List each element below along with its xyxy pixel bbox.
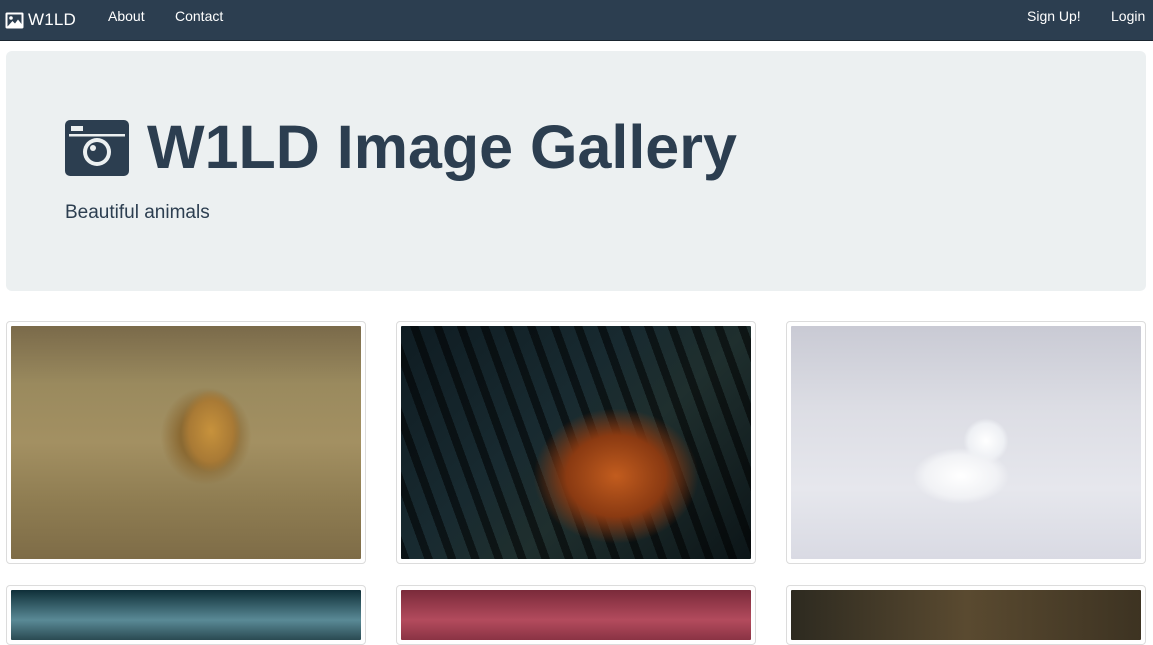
- lion-image: [11, 326, 361, 559]
- arctic-fox-image: [791, 326, 1141, 559]
- gallery-thumbnail[interactable]: [6, 321, 366, 564]
- nav-contact-link[interactable]: Contact: [175, 8, 223, 24]
- brand-text: W1LD: [28, 10, 77, 29]
- tiger-image: [401, 326, 751, 559]
- gallery-image: [11, 590, 361, 640]
- gallery-image: [791, 590, 1141, 640]
- gallery-thumbnail[interactable]: [396, 585, 756, 645]
- brand-link[interactable]: W1LD: [5, 10, 76, 30]
- gallery-thumbnail[interactable]: [6, 585, 366, 645]
- camera-icon: [65, 119, 129, 176]
- hero-title: W1LD Image Gallery: [65, 117, 737, 178]
- hero-title-text: W1LD Image Gallery: [147, 113, 737, 181]
- nav-login-link[interactable]: Login: [1111, 8, 1145, 24]
- hero-subtitle: Beautiful animals: [65, 202, 210, 223]
- image-icon: [5, 12, 24, 29]
- navbar: W1LD About Contact Sign Up! Login: [0, 0, 1153, 41]
- gallery-thumbnail[interactable]: [786, 585, 1146, 645]
- nav-signup-link[interactable]: Sign Up!: [1027, 8, 1081, 24]
- nav-about-link[interactable]: About: [108, 8, 145, 24]
- gallery-image: [401, 590, 751, 640]
- hero-jumbotron: W1LD Image Gallery Beautiful animals: [6, 51, 1146, 291]
- gallery-thumbnail[interactable]: [786, 321, 1146, 564]
- gallery-thumbnail[interactable]: [396, 321, 756, 564]
